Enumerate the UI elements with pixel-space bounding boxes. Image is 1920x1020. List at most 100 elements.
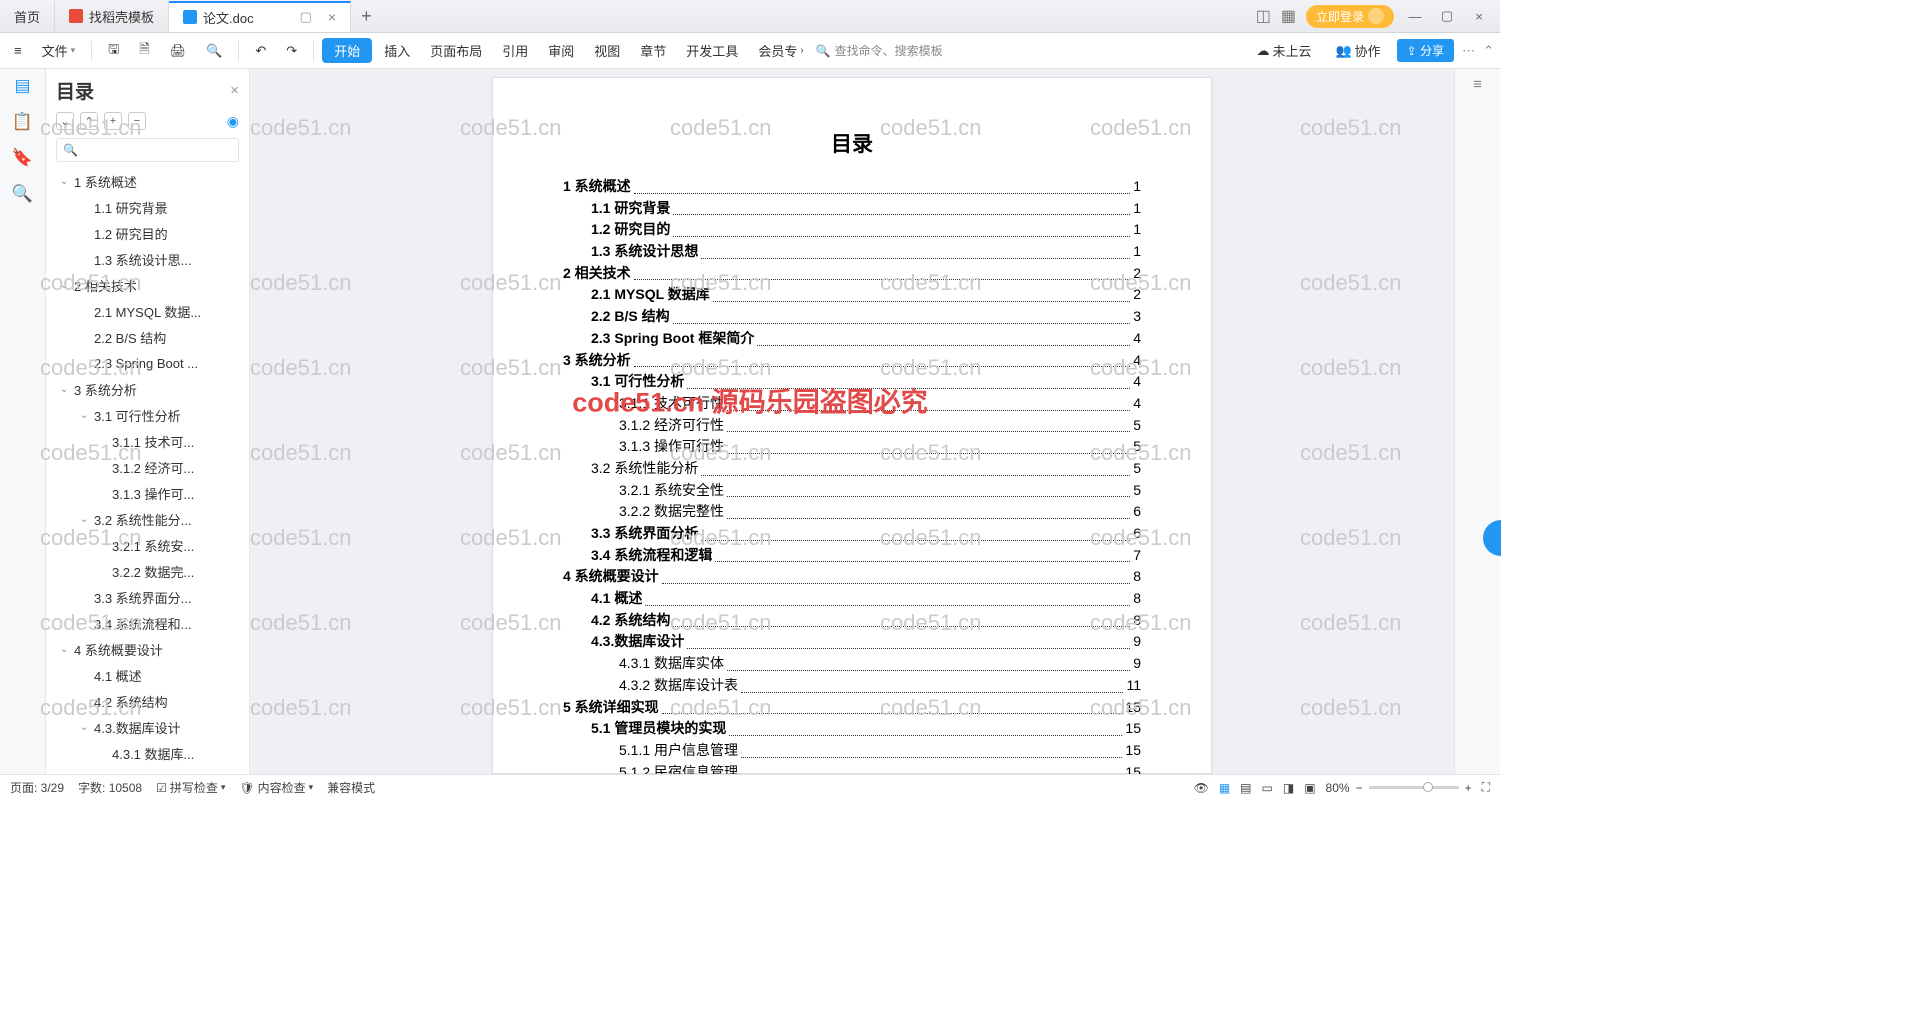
toc-line[interactable]: 3.2.2 数据完整性6 [619, 501, 1141, 523]
toc-line[interactable]: 5.1.2 民宿信息管理15 [619, 762, 1141, 774]
outline-search[interactable]: 🔍 [56, 138, 239, 162]
page-view-icon[interactable]: ▦ [1219, 781, 1230, 795]
toc-line[interactable]: 4.1 概述8 [591, 588, 1141, 610]
fit-screen-icon[interactable]: ⛶ [1482, 780, 1490, 795]
maximize-icon[interactable]: ▢ [1436, 8, 1458, 24]
fullscreen-view-icon[interactable]: ▣ [1304, 781, 1315, 795]
outline-item[interactable]: 3.2.2 数据完... [46, 558, 249, 584]
toc-line[interactable]: 4.3.2 数据库设计表11 [619, 675, 1141, 697]
collab-button[interactable]: 👥协作 [1327, 37, 1388, 64]
toggle-icon[interactable]: ⌄ [60, 280, 72, 291]
web-view-icon[interactable]: ▤ [1240, 781, 1251, 795]
outline-item[interactable]: 2.3 Spring Boot ... [46, 350, 249, 376]
outline-item[interactable]: 3.2.1 系统安... [46, 532, 249, 558]
toc-line[interactable]: 5.1 管理员模块的实现15 [591, 718, 1141, 740]
redo-icon[interactable]: ↷ [278, 39, 305, 63]
content-check[interactable]: 🛡内容检查▾ [239, 779, 313, 796]
menu-layout[interactable]: 页面布局 [422, 37, 490, 64]
toc-line[interactable]: 2.3 Spring Boot 框架简介4 [591, 328, 1141, 350]
toc-line[interactable]: 2 相关技术2 [563, 263, 1141, 285]
tab-home[interactable]: 首页 [0, 1, 55, 32]
menu-toggle-icon[interactable]: ≡ [1455, 69, 1500, 99]
login-button[interactable]: 立即登录 [1306, 5, 1394, 28]
spell-check[interactable]: ☑拼写检查▾ [156, 779, 225, 796]
bookmark-icon[interactable]: 🔖 [12, 147, 34, 169]
outline-item[interactable]: 3.4 系统流程和... [46, 610, 249, 636]
outline-item[interactable]: ⌄3 系统分析 [46, 376, 249, 402]
more-icon[interactable]: ⋯ [1462, 43, 1475, 59]
toc-line[interactable]: 1 系统概述1 [563, 176, 1141, 198]
toc-line[interactable]: 3.3 系统界面分析6 [591, 523, 1141, 545]
outline-item[interactable]: ⌄3.1 可行性分析 [46, 402, 249, 428]
tab-document[interactable]: 论文.doc ▢ × [169, 1, 351, 32]
toggle-icon[interactable]: ⌄ [60, 176, 72, 187]
print-icon[interactable]: 🖨 [162, 39, 195, 63]
toggle-icon[interactable]: ⌄ [80, 410, 92, 421]
remove-item-icon[interactable]: − [128, 112, 146, 130]
outline-item[interactable]: 3.1.1 技术可... [46, 428, 249, 454]
toc-line[interactable]: 1.2 研究目的1 [591, 219, 1141, 241]
outline-item[interactable]: 4.3.1 数据库... [46, 740, 249, 766]
find-icon[interactable]: 🔍 [12, 183, 34, 205]
tab-template[interactable]: 找稻壳模板 [55, 1, 169, 32]
share-button[interactable]: ⇪ 分享 [1397, 39, 1454, 62]
toc-line[interactable]: 3.2.1 系统安全性5 [619, 480, 1141, 502]
menu-reference[interactable]: 引用 [494, 37, 536, 64]
toc-line[interactable]: 1.1 研究背景1 [591, 198, 1141, 220]
toc-line[interactable]: 4 系统概要设计8 [563, 566, 1141, 588]
clipboard-icon[interactable]: 📋 [12, 111, 34, 133]
toggle-icon[interactable]: ⌄ [60, 644, 72, 655]
outline-icon[interactable]: ▤ [12, 75, 34, 97]
toc-line[interactable]: 3 系统分析4 [563, 350, 1141, 372]
hamburger-icon[interactable]: ≡ [6, 39, 30, 62]
preview-icon[interactable]: 🔍 [198, 39, 230, 63]
toggle-icon[interactable]: ⌄ [80, 514, 92, 525]
file-menu[interactable]: 文件▾ [34, 37, 84, 64]
outline-item[interactable]: ⌄2 相关技术 [46, 272, 249, 298]
save-as-icon[interactable]: 🗎 [131, 36, 157, 66]
eye-icon[interactable]: 👁 [1194, 781, 1209, 795]
document-viewport[interactable]: 目录 1 系统概述11.1 研究背景11.2 研究目的11.3 系统设计思想12… [250, 69, 1454, 774]
toc-line[interactable]: 1.3 系统设计思想1 [591, 241, 1141, 263]
toggle-icon[interactable]: ⌄ [60, 384, 72, 395]
toc-line[interactable]: 2.1 MYSQL 数据库2 [591, 284, 1141, 306]
outline-item[interactable]: 1.3 系统设计思... [46, 246, 249, 272]
menu-insert[interactable]: 插入 [376, 37, 418, 64]
outline-item[interactable]: ⌄4.3.数据库设计 [46, 714, 249, 740]
toc-line[interactable]: 3.2 系统性能分析5 [591, 458, 1141, 480]
outline-item[interactable]: 1.1 研究背景 [46, 194, 249, 220]
menu-view[interactable]: 视图 [586, 37, 628, 64]
outline-item[interactable]: 4.1 概述 [46, 662, 249, 688]
menu-start[interactable]: 开始 [322, 38, 372, 63]
outline-item[interactable]: 3.1.3 操作可... [46, 480, 249, 506]
menu-review[interactable]: 审阅 [540, 37, 582, 64]
save-icon[interactable]: 🖫 [100, 36, 127, 66]
toc-line[interactable]: 5.1.1 用户信息管理15 [619, 740, 1141, 762]
apps-icon[interactable]: ▦ [1281, 6, 1296, 26]
zoom-control[interactable]: 80% − + [1326, 781, 1472, 795]
minimize-icon[interactable]: — [1404, 9, 1426, 24]
outline-item[interactable]: 3.3 系统界面分... [46, 584, 249, 610]
collapse-ribbon-icon[interactable]: ⌃ [1483, 43, 1494, 59]
toc-line[interactable]: 3.4 系统流程和逻辑7 [591, 545, 1141, 567]
toc-line[interactable]: 4.3.1 数据库实体9 [619, 653, 1141, 675]
menu-chapter[interactable]: 章节 [632, 37, 674, 64]
zoom-out-icon[interactable]: − [1356, 781, 1363, 795]
command-search[interactable]: 🔍 查找命令、搜索模板 [816, 42, 943, 59]
zoom-in-icon[interactable]: + [1465, 781, 1472, 795]
toc-line[interactable]: 3.1 可行性分析4 [591, 371, 1141, 393]
toc-line[interactable]: 5 系统详细实现15 [563, 697, 1141, 719]
page-indicator[interactable]: 页面: 3/29 [10, 779, 64, 796]
collapse-all-icon[interactable]: ⌄ [56, 112, 74, 130]
expand-all-icon[interactable]: ⌃ [80, 112, 98, 130]
toc-line[interactable]: 3.1.3 操作可行性5 [619, 436, 1141, 458]
add-item-icon[interactable]: + [104, 112, 122, 130]
toc-line[interactable]: 4.2 系统结构8 [591, 610, 1141, 632]
undo-icon[interactable]: ↶ [247, 39, 274, 63]
close-panel-icon[interactable]: × [230, 82, 239, 99]
new-tab-button[interactable]: + [351, 6, 382, 27]
outline-item[interactable]: 2.1 MYSQL 数据... [46, 298, 249, 324]
close-icon[interactable]: × [328, 9, 336, 25]
word-count[interactable]: 字数: 10508 [78, 779, 142, 796]
outline-item[interactable]: 1.2 研究目的 [46, 220, 249, 246]
